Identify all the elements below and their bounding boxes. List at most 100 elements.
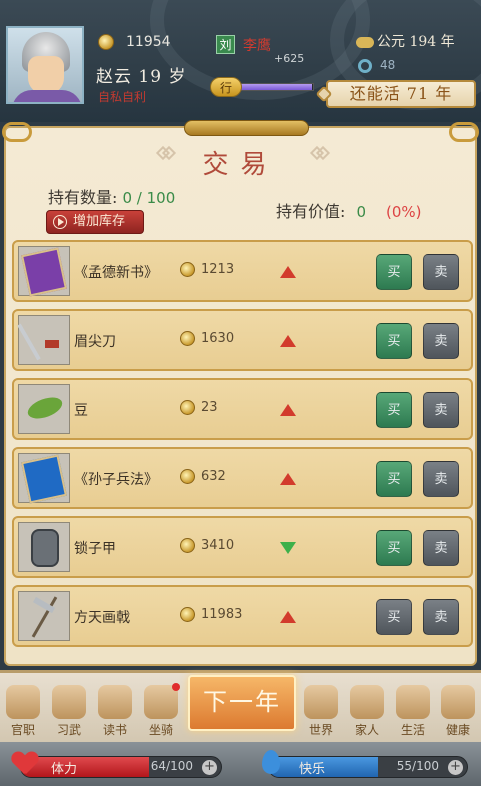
trend-up-icon [280, 404, 296, 416]
item-price-value: 1630 [201, 331, 235, 346]
lifespan-banner: 还能活 71 年 [315, 80, 476, 108]
sell-button[interactable]: 卖 [423, 530, 459, 566]
hold-value-label: 持有价值: [276, 202, 351, 221]
character-name-age: 赵云 19 岁 [96, 67, 187, 87]
corner-ornament [449, 122, 479, 142]
nav-label: 习武 [56, 723, 81, 737]
trend-up-icon [280, 266, 296, 278]
buy-button[interactable]: 买 [376, 530, 412, 566]
buy-button[interactable]: 买 [376, 461, 412, 497]
buy-button[interactable]: 买 [376, 254, 412, 290]
stamina-label: 体力 [51, 762, 78, 777]
item-price-value: 632 [201, 469, 226, 484]
item-name: 锁子甲 [74, 541, 116, 557]
item-price: 1630 [180, 331, 234, 346]
year-display: 公元 194 年 [356, 31, 455, 51]
gem-value: 48 [380, 58, 396, 72]
add-stock-button[interactable]: 增加库存 [46, 210, 144, 234]
nav-item-office[interactable]: 官职 [0, 679, 46, 741]
trade-item-row: 豆 23 买卖 [12, 378, 473, 440]
trade-item-row: 锁子甲 3410 买卖 [12, 516, 473, 578]
trade-panel: 交易 持有数量: 0 / 100 持有价值: 0 (0%) 增加库存 《孟德新书》… [0, 120, 481, 670]
beans-icon [18, 384, 70, 434]
nav-item-study[interactable]: 读书 [92, 679, 138, 741]
character-portrait[interactable] [6, 26, 84, 104]
xing-badge: 行 [210, 77, 242, 97]
hold-value-percent: (0%) [386, 203, 422, 221]
item-price-value: 3410 [201, 538, 235, 553]
nav-item-health[interactable]: 健康 [435, 679, 481, 741]
stamina-plus-button[interactable]: + [202, 760, 217, 775]
joy-label: 快乐 [299, 762, 326, 777]
halberd-icon [18, 591, 70, 641]
ruler-delta: +625 [274, 52, 305, 65]
item-price: 3410 [180, 538, 234, 553]
hold-quantity: 持有数量: 0 / 100 [48, 184, 175, 208]
lifespan-text: 还能活 71 年 [349, 84, 453, 103]
buy-button[interactable]: 买 [376, 392, 412, 428]
hold-value-value: 0 [356, 203, 367, 221]
sell-button[interactable]: 卖 [423, 254, 459, 290]
character-trait: 自私自利 [98, 90, 147, 104]
coin-icon [98, 34, 114, 50]
sell-button[interactable]: 卖 [423, 323, 459, 359]
water-drop-icon [262, 750, 280, 774]
nav-item-martial[interactable]: 习武 [46, 679, 92, 741]
blade-icon [17, 315, 70, 365]
coin-icon [180, 538, 195, 553]
knot-icon [315, 85, 333, 103]
xing-progress-bar [240, 83, 314, 91]
trade-title: 交易 [202, 150, 279, 180]
item-price-value: 1213 [201, 262, 235, 277]
gem-display: 48 [358, 58, 395, 73]
bottom-nav: 官职 习武 读书 坐骑 下一年 世界 家人 生活 健康 [0, 670, 481, 742]
joy-value: 55/100 [396, 759, 439, 773]
nav-label: 读书 [102, 723, 127, 737]
item-price: 1213 [180, 262, 234, 277]
add-stock-label: 增加库存 [73, 214, 126, 229]
nav-item-mount[interactable]: 坐骑 [138, 679, 184, 741]
ruler-name[interactable]: 李鹰 [243, 35, 271, 55]
nav-label: 世界 [308, 723, 333, 737]
item-price-value: 23 [201, 400, 218, 415]
money-value: 11954 [126, 34, 171, 50]
nav-label: 家人 [354, 723, 379, 737]
notification-dot [172, 683, 180, 691]
sell-button[interactable]: 卖 [423, 461, 459, 497]
nav-item-world[interactable]: 世界 [298, 679, 344, 741]
coin-icon [180, 262, 195, 277]
buy-button[interactable]: 买 [376, 599, 412, 635]
trade-item-row: 《孟德新书》 1213 买卖 [12, 240, 473, 302]
key-icon [52, 685, 86, 719]
hold-quantity-value: 0 / 100 [122, 189, 176, 207]
nav-label: 生活 [400, 723, 425, 737]
nav-item-family[interactable]: 家人 [344, 679, 390, 741]
item-name: 眉尖刀 [74, 334, 116, 350]
stamina-bar: 体力 64/100 + [20, 756, 222, 778]
book-purple-icon [18, 246, 70, 297]
nav-item-life[interactable]: 生活 [390, 679, 436, 741]
coin-icon [180, 469, 195, 484]
sell-button[interactable]: 卖 [423, 599, 459, 635]
item-price: 632 [180, 469, 226, 484]
item-price-value: 11983 [201, 607, 243, 622]
next-year-button[interactable]: 下一年 [188, 675, 296, 731]
item-name: 《孙子兵法》 [74, 472, 158, 488]
coin-icon [180, 331, 195, 346]
year-value: 公元 194 年 [377, 34, 455, 50]
status-bar: 体力 64/100 + 快乐 55/100 + [0, 742, 481, 786]
joy-plus-button[interactable]: + [448, 760, 463, 775]
item-name: 《孟德新书》 [74, 265, 158, 281]
money-bag-icon [396, 685, 430, 719]
trend-up-icon [280, 473, 296, 485]
trade-item-row: 方天画戟 11983 买卖 [12, 585, 473, 647]
corner-ornament [2, 122, 32, 142]
nav-label: 官职 [10, 723, 35, 737]
play-icon [53, 215, 67, 229]
sell-button[interactable]: 卖 [423, 392, 459, 428]
hold-value: 持有价值: 0 (0%) [276, 198, 422, 222]
nav-label: 健康 [445, 723, 470, 737]
stamina-fill [21, 757, 149, 777]
heart-icon [441, 685, 475, 719]
buy-button[interactable]: 买 [376, 323, 412, 359]
